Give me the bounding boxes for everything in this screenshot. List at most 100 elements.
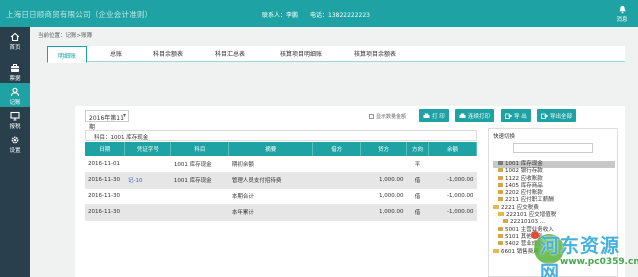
cell-direction: 借 bbox=[406, 172, 429, 189]
cell-direction: 借 bbox=[406, 204, 429, 221]
file-icon bbox=[498, 168, 503, 173]
tab-item-balance[interactable]: 核算项目余额表 bbox=[354, 49, 396, 58]
cell-voucher bbox=[124, 156, 171, 173]
sidebar-item-invoices[interactable]: 票据 bbox=[0, 59, 30, 83]
breadcrumb: 当前位置：记账>账簿 bbox=[38, 33, 93, 39]
gear-icon bbox=[11, 136, 19, 144]
file-icon bbox=[498, 182, 503, 187]
top-bar: 上海日日顺商贸有限公司（企业会计准则） 联系人：李鹏 电话：1382222222… bbox=[0, 0, 638, 27]
tree-item[interactable]: 2221 应交税费 bbox=[493, 204, 615, 212]
tab-general-ledger[interactable]: 总账 bbox=[110, 49, 122, 58]
sidebar-item-label: 票据 bbox=[9, 76, 21, 82]
cell-balance bbox=[428, 156, 477, 173]
voucher-link[interactable]: 记-10 bbox=[128, 178, 142, 184]
cell-summary: 本期合计 bbox=[228, 188, 313, 205]
batch-print-button[interactable]: 连续打印 bbox=[455, 109, 495, 122]
file-icon bbox=[498, 161, 503, 165]
cell-subject: 1001 库存现金 bbox=[170, 172, 229, 189]
column-header: 余额 bbox=[428, 142, 477, 156]
tree-item-label: 222101 应交增值税 bbox=[506, 212, 557, 219]
cell-debit bbox=[312, 188, 361, 205]
file-icon bbox=[498, 190, 503, 195]
folder-icon bbox=[493, 248, 499, 253]
table-row: 2016-11-01 1001 库存现金 期初余额 平 bbox=[85, 156, 477, 173]
sidebar-item-tax[interactable]: 报税 bbox=[0, 107, 30, 131]
cell-direction: 平 bbox=[406, 156, 429, 173]
cell-credit bbox=[360, 156, 407, 173]
period-select[interactable]: 2016年第11期 ▾ bbox=[85, 110, 129, 131]
file-icon bbox=[498, 197, 503, 202]
cell-balance: -1,000.00 bbox=[428, 188, 477, 205]
cell-voucher bbox=[124, 188, 171, 205]
tree-item-label: 1405 库存商品 bbox=[505, 182, 543, 189]
cell-debit bbox=[312, 204, 361, 221]
sidebar: 首页 票据 记账 报税 设置 bbox=[0, 27, 30, 277]
user-icon bbox=[10, 87, 20, 97]
cell-voucher bbox=[124, 204, 171, 221]
cell-balance: -1,000.00 bbox=[428, 172, 477, 189]
tree-item-label: 2221 应交税费 bbox=[501, 204, 539, 211]
sidebar-item-label: 记账 bbox=[9, 100, 21, 106]
column-header: 科目 bbox=[170, 142, 230, 156]
cell-debit bbox=[312, 172, 361, 189]
checkbox-label: 显示数量金额 bbox=[376, 114, 407, 120]
column-header: 贷方 bbox=[360, 142, 408, 156]
show-quantity-checkbox[interactable]: 显示数量金额 bbox=[369, 113, 406, 120]
tree-item-label: 1002 银行存款 bbox=[505, 168, 543, 175]
cell-subject bbox=[170, 204, 229, 221]
sidebar-item-home[interactable]: 首页 bbox=[0, 27, 30, 59]
tab-detail-ledger[interactable]: 明细账 bbox=[47, 46, 88, 63]
tree-item[interactable]: 2211 应付职工薪酬 bbox=[493, 197, 615, 204]
tree-item[interactable]: 1002 银行存款 bbox=[493, 168, 615, 175]
tab-balance-sheet[interactable]: 科目余额表 bbox=[153, 49, 183, 58]
watermark-logo-dot bbox=[531, 231, 539, 239]
ledger-table: 日期 凭证字号 科目 摘要 借方 贷方 方向 余额 2016-11-01 100… bbox=[85, 142, 477, 221]
tab-bar: 明细账 总账 科目余额表 科目汇总表 核算项目明细账 核算项目余额表 bbox=[47, 46, 625, 63]
cell-credit: 1,000.00 bbox=[360, 172, 407, 189]
tree-item-label: 2211 应付职工薪酬 bbox=[505, 197, 554, 204]
tab-summary[interactable]: 科目汇总表 bbox=[215, 49, 245, 58]
cell-credit: 1,000.00 bbox=[360, 204, 407, 221]
export-all-button[interactable]: 导出全部 bbox=[537, 109, 577, 122]
bell-icon bbox=[618, 5, 626, 14]
tree-item-label: 2202 应付账款 bbox=[505, 190, 543, 197]
tree-item-label: 22210103 ... bbox=[510, 219, 545, 226]
contact-phone: 电话：13822222223 bbox=[310, 12, 370, 19]
company-name: 上海日日顺商贸有限公司（企业会计准则） bbox=[6, 10, 153, 19]
subject-label: 科目：1001 库存现金 bbox=[85, 130, 477, 141]
cell-debit bbox=[312, 156, 361, 173]
quick-switch-search-input[interactable] bbox=[513, 143, 593, 153]
column-header: 日期 bbox=[85, 142, 126, 156]
tree-item[interactable]: 1122 应收账款 bbox=[493, 175, 615, 183]
file-icon bbox=[498, 175, 503, 180]
home-icon bbox=[10, 32, 20, 42]
cell-summary: 本年累计 bbox=[228, 204, 313, 221]
cell-date: 2016-11-01 bbox=[85, 156, 125, 173]
watermark-url: www.pc0359.cn bbox=[560, 257, 638, 267]
message-button[interactable]: 消息 bbox=[612, 5, 632, 23]
cell-voucher: 记-10 bbox=[124, 172, 171, 189]
cell-summary: 管理人员支付招待费 bbox=[228, 172, 313, 189]
tab-item-detail[interactable]: 核算项目明细账 bbox=[280, 49, 322, 58]
export-icon bbox=[541, 113, 549, 119]
column-header: 摘要 bbox=[228, 142, 314, 156]
print-button[interactable]: 打 印 bbox=[419, 109, 449, 122]
cell-direction: 借 bbox=[406, 188, 429, 205]
message-label: 消息 bbox=[616, 17, 628, 23]
folder-icon bbox=[493, 204, 499, 209]
export-icon bbox=[505, 113, 513, 119]
sidebar-item-label: 报税 bbox=[9, 124, 21, 130]
cell-balance: -1,000.00 bbox=[428, 204, 477, 221]
tree-item[interactable]: 222101 应交增值税 bbox=[493, 212, 615, 219]
sidebar-item-bookkeeping[interactable]: 记账 bbox=[0, 83, 30, 107]
table-row: 2016-11-30 本期合计 1,000.00 借 -1,000.00 bbox=[85, 188, 477, 205]
printer-icon bbox=[459, 113, 466, 118]
export-button[interactable]: 导 出 bbox=[501, 109, 531, 122]
briefcase-icon bbox=[11, 64, 19, 72]
sidebar-item-settings[interactable]: 设置 bbox=[0, 131, 30, 155]
column-header: 方向 bbox=[406, 142, 429, 156]
cell-date: 2016-11-30 bbox=[85, 204, 125, 221]
table-row: 2016-11-30 记-10 1001 库存现金 管理人员支付招待费 1,00… bbox=[85, 172, 477, 189]
file-icon bbox=[498, 233, 503, 238]
tree-item[interactable]: 22210103 ... bbox=[493, 219, 615, 226]
